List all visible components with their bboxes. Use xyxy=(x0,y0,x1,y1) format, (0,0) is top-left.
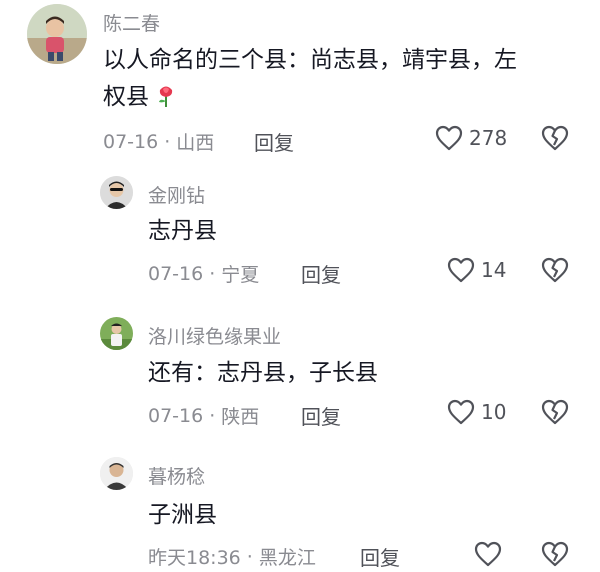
comment-meta: 07-16 · 山西 xyxy=(103,128,214,155)
like-count: 10 xyxy=(481,400,507,424)
like-button[interactable]: 10 xyxy=(447,399,506,425)
broken-heart-icon xyxy=(541,541,569,567)
comment-location: 黑龙江 xyxy=(258,547,316,569)
dislike-button[interactable] xyxy=(541,541,569,567)
rose-emoji-icon xyxy=(156,83,176,120)
reply-button[interactable]: 回复 xyxy=(254,127,294,156)
comment-meta: 07-16 · 陕西 xyxy=(148,402,259,429)
like-button[interactable] xyxy=(474,541,502,567)
broken-heart-icon xyxy=(541,257,569,283)
meta-separator: · xyxy=(164,130,171,153)
username[interactable]: 暮杨稔 xyxy=(148,462,205,489)
comment-text-line2: 权县 xyxy=(103,84,149,110)
avatar[interactable] xyxy=(100,457,133,490)
avatar[interactable] xyxy=(100,317,133,350)
comment-location: 山西 xyxy=(176,132,215,154)
dislike-button[interactable] xyxy=(541,399,569,425)
like-count: 278 xyxy=(469,126,508,150)
like-button[interactable]: 14 xyxy=(447,257,506,283)
comment-date: 07-16 xyxy=(103,130,159,153)
comment-location: 陕西 xyxy=(221,406,260,428)
comment-list: 陈二春 以人命名的三个县：尚志县，靖宇县，左 权县 07-16 · 山西 回复 xyxy=(0,0,600,572)
dislike-button[interactable] xyxy=(541,257,569,283)
avatar[interactable] xyxy=(27,4,87,64)
comment-text: 子洲县 xyxy=(148,502,217,528)
comment-text: 以人命名的三个县：尚志县，靖宇县，左 权县 xyxy=(103,42,573,120)
comment-location: 宁夏 xyxy=(221,264,260,286)
like-count: 14 xyxy=(481,258,507,282)
username[interactable]: 金刚钻 xyxy=(148,181,205,208)
comment-date: 07-16 xyxy=(148,262,204,285)
reply-button[interactable]: 回复 xyxy=(301,401,341,430)
heart-outline-icon xyxy=(435,125,463,151)
broken-heart-icon xyxy=(541,399,569,425)
comment-date: 昨天18:36 xyxy=(148,547,241,569)
dislike-button[interactable] xyxy=(541,125,569,151)
meta-separator: · xyxy=(209,404,216,427)
comment-item: 洛川绿色缘果业 还有：志丹县，子长县 07-16 · 陕西 回复 10 xyxy=(0,312,600,432)
heart-outline-icon xyxy=(447,399,475,425)
username[interactable]: 陈二春 xyxy=(103,9,160,36)
heart-outline-icon xyxy=(474,541,502,567)
comment-text: 志丹县 xyxy=(148,218,217,244)
comment-meta: 昨天18:36 · 黑龙江 xyxy=(148,543,316,570)
comment-item: 金刚钻 志丹县 07-16 · 宁夏 回复 14 xyxy=(0,170,600,290)
comment-meta: 07-16 · 宁夏 xyxy=(148,260,259,287)
meta-separator: · xyxy=(246,545,253,568)
comment-date: 07-16 xyxy=(148,404,204,427)
like-button[interactable]: 278 xyxy=(435,125,507,151)
heart-outline-icon xyxy=(447,257,475,283)
reply-button[interactable]: 回复 xyxy=(360,542,400,571)
reply-button[interactable]: 回复 xyxy=(301,259,341,288)
meta-separator: · xyxy=(209,262,216,285)
comment-text-line1: 以人命名的三个县：尚志县，靖宇县，左 xyxy=(103,47,517,73)
comment-text: 还有：志丹县，子长县 xyxy=(148,360,378,386)
username[interactable]: 洛川绿色缘果业 xyxy=(148,322,281,349)
comment-item: 暮杨稔 子洲县 昨天18:36 · 黑龙江 回复 xyxy=(0,452,600,572)
avatar[interactable] xyxy=(100,176,133,209)
comment-item: 陈二春 以人命名的三个县：尚志县，靖宇县，左 权县 07-16 · 山西 回复 xyxy=(0,0,600,160)
broken-heart-icon xyxy=(541,125,569,151)
